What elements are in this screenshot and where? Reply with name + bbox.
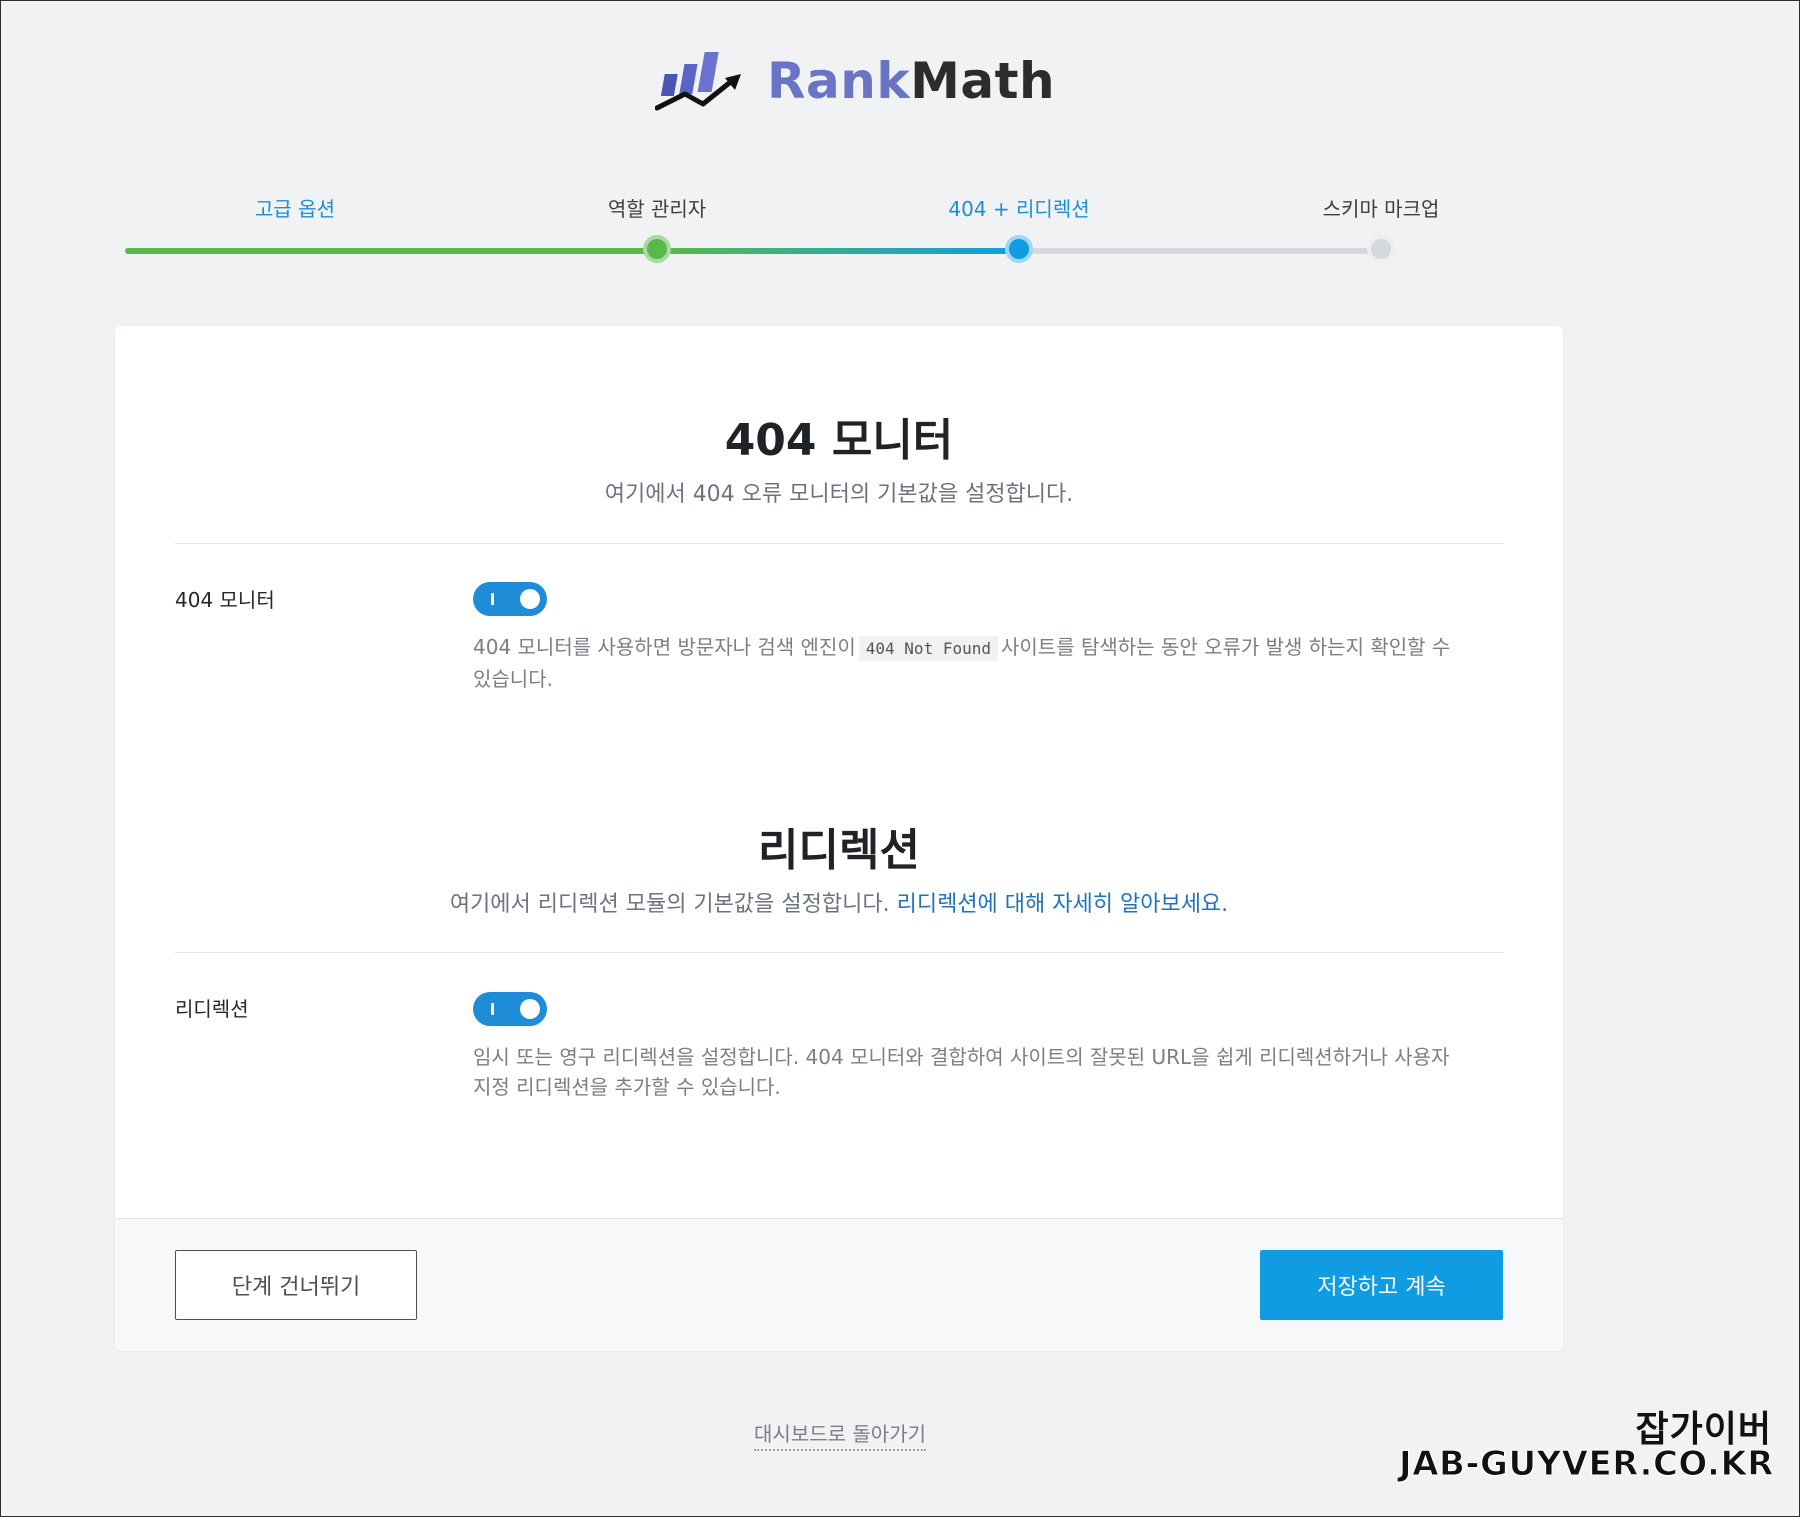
back-to-dashboard-link[interactable]: 대시보드로 돌아가기 (0, 1418, 1680, 1451)
step-label-role-manager[interactable]: 역할 관리자 (608, 193, 706, 222)
settings-card: 404 모니터 여기에서 404 오류 모니터의 기본값을 설정합니다. 404… (115, 326, 1563, 1351)
watermark-url: JAB-GUYVER.CO.KR (1399, 1444, 1774, 1485)
toggle-redirect[interactable] (473, 992, 547, 1026)
field-label-redirect: 리디렉션 (175, 997, 249, 1021)
step-track-todo (1019, 248, 1381, 254)
code-404-not-found: 404 Not Found (858, 636, 998, 661)
section-desc-redirect: 여기에서 리디렉션 모듈의 기본값을 설정합니다. 리디렉션에 대해 자세히 알… (449, 892, 1229, 917)
save-continue-button[interactable]: 저장하고 계속 (1260, 1250, 1503, 1320)
help-404-monitor: 404 모니터를 사용하면 방문자나 검색 엔진이 404 Not Found 사이… (473, 635, 1451, 691)
step-track-done (125, 248, 657, 254)
redirect-learn-more-link[interactable]: 리디렉션에 대해 자세히 알아보세요. (897, 892, 1229, 917)
toggle-404-monitor[interactable] (473, 582, 547, 616)
step-label-advanced[interactable]: 고급 옵션 (255, 193, 335, 222)
section-title-redirect: 리디렉션 (758, 825, 920, 876)
field-label-404-monitor: 404 모니터 (175, 588, 275, 612)
step-track-transition (657, 248, 1019, 254)
step-label-404-redirect[interactable]: 404 + 리디렉션 (948, 193, 1089, 222)
card-footer: 단계 건너뛰기 저장하고 계속 (115, 1218, 1563, 1351)
divider (175, 952, 1503, 953)
step-dot-404-redirect[interactable] (1005, 235, 1033, 263)
wizard-steps: 고급 옵션 역할 관리자 404 + 리디렉션 스키마 마크업 (0, 0, 1800, 280)
section-desc-404-monitor: 여기에서 404 오류 모니터의 기본값을 설정합니다. (604, 482, 1074, 507)
step-dot-role-manager[interactable] (643, 235, 671, 263)
section-title-404-monitor: 404 모니터 (724, 415, 954, 466)
help-redirect: 임시 또는 영구 리디렉션을 설정합니다. 404 모니터와 결합하여 사이트의… (473, 1045, 1450, 1099)
step-dot-schema (1367, 235, 1395, 263)
divider (175, 543, 1503, 544)
step-label-schema: 스키마 마크업 (1322, 197, 1440, 221)
skip-step-button[interactable]: 단계 건너뛰기 (175, 1250, 417, 1320)
